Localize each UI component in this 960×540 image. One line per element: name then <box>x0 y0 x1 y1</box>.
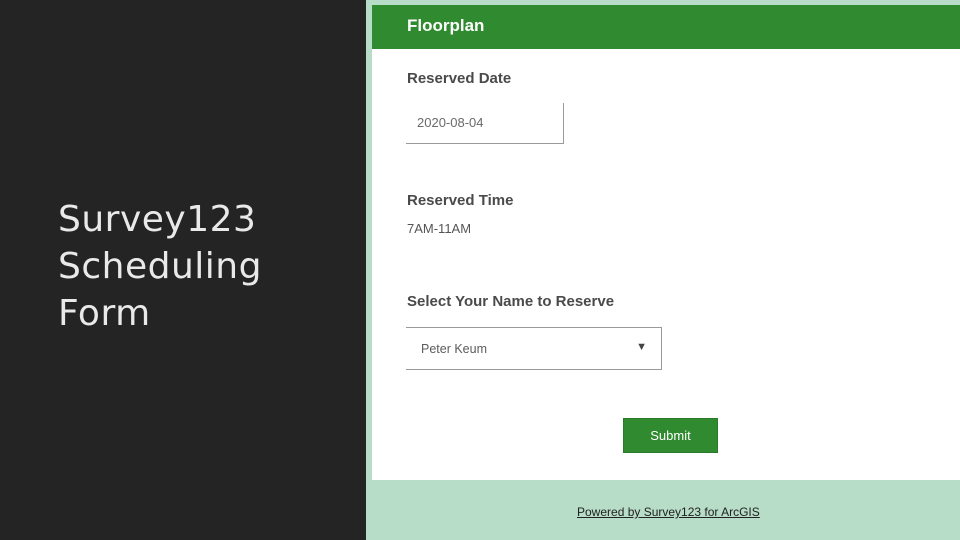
slide-title: Survey123 Scheduling Form <box>58 196 348 337</box>
submit-button[interactable]: Submit <box>623 418 718 453</box>
name-select-value: Peter Keum <box>421 342 488 356</box>
slide-left-panel: Survey123 Scheduling Form <box>0 0 366 540</box>
slide-title-line-3: Form <box>58 293 151 334</box>
form-title: Floorplan <box>407 16 485 35</box>
reserved-time-value: 7AM-11AM <box>407 221 472 236</box>
name-select[interactable]: Peter Keum ▼ <box>406 327 662 370</box>
form-header: Floorplan <box>372 5 960 49</box>
reserved-date-label: Reserved Date <box>407 70 512 87</box>
survey-form: Floorplan Reserved Date 2020-08-04 Reser… <box>372 5 960 480</box>
caret-down-icon: ▼ <box>636 341 647 353</box>
reserved-date-value: 2020-08-04 <box>417 115 484 130</box>
slide-title-line-1: Survey123 <box>58 199 257 240</box>
powered-by-link[interactable]: Powered by Survey123 for ArcGIS <box>577 505 760 519</box>
reserved-date-input[interactable]: 2020-08-04 <box>406 103 564 144</box>
reserved-time-label: Reserved Time <box>407 192 514 209</box>
slide-title-line-2: Scheduling <box>58 246 262 287</box>
select-name-label: Select Your Name to Reserve <box>407 293 615 310</box>
